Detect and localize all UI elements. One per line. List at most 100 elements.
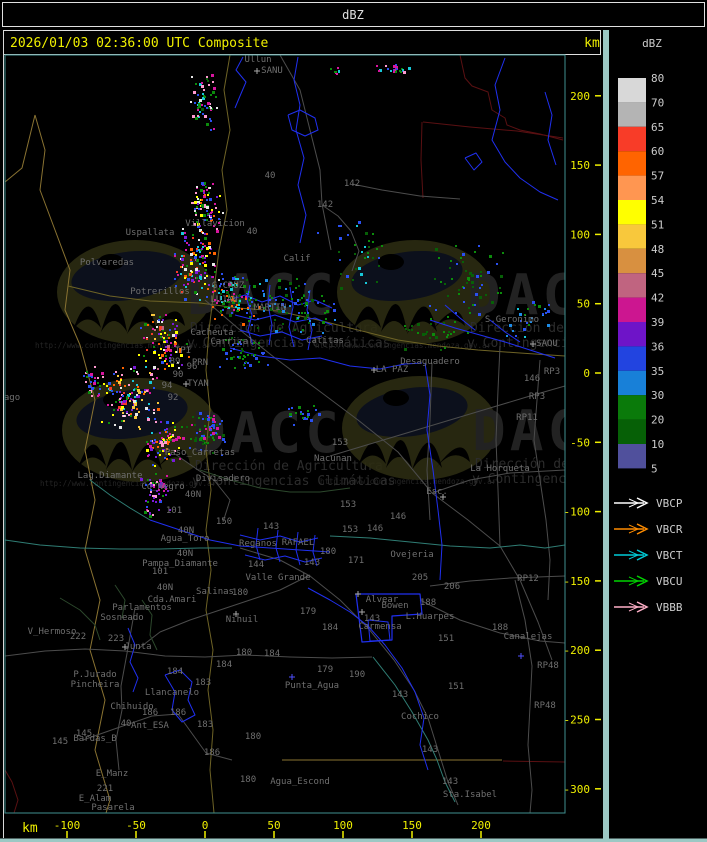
place-label: ago bbox=[4, 393, 20, 403]
place-label: 150 bbox=[216, 517, 232, 527]
place-label: 184 bbox=[216, 660, 232, 670]
right-axis-tick-label: 100 bbox=[570, 228, 590, 241]
place-label: 142 bbox=[317, 200, 333, 210]
place-label: 188 bbox=[420, 598, 436, 608]
place-label: 180 bbox=[245, 732, 261, 742]
place-label: 180 bbox=[232, 588, 248, 598]
place-label: 179 bbox=[317, 665, 333, 675]
place-label: 89 bbox=[170, 357, 181, 367]
scale-tick-label: 60 bbox=[651, 145, 664, 158]
place-label: 151 bbox=[438, 634, 454, 644]
place-label: Lag.Diamante bbox=[77, 471, 142, 481]
place-label: 190 bbox=[349, 670, 365, 680]
place-label: 153 bbox=[342, 525, 358, 535]
place-label: Bowen bbox=[381, 601, 408, 611]
place-label: Agua_Toro bbox=[161, 534, 210, 544]
scale-tick-label: 20 bbox=[651, 414, 664, 427]
timestamp-label: 2026/01/03 02:36:00 UTC Composite bbox=[10, 36, 268, 51]
scale-tick-label: 10 bbox=[651, 438, 664, 451]
place-label: 143 bbox=[442, 777, 458, 787]
place-label: LUJAN bbox=[210, 295, 237, 305]
place-label: 143 bbox=[263, 522, 279, 532]
page-title: dBZ bbox=[342, 8, 364, 22]
place-label: Ullun bbox=[244, 55, 271, 65]
place-label: Bardas_B bbox=[73, 734, 116, 744]
place-label: TPI bbox=[175, 346, 191, 356]
place-label: E_Manz bbox=[96, 769, 129, 779]
place-label: 184 bbox=[322, 623, 338, 633]
place-label: 221 bbox=[97, 784, 113, 794]
place-label: Sta.Isabel bbox=[443, 790, 497, 800]
place-label: Cda.Amari bbox=[148, 595, 197, 605]
scale-title: dBZ bbox=[642, 37, 662, 50]
scale-swatch bbox=[618, 346, 646, 371]
place-label: 143 bbox=[392, 690, 408, 700]
right-axis-tick-label: -200 bbox=[564, 644, 591, 657]
place-label: 40 bbox=[121, 719, 132, 729]
place-label: 40N bbox=[157, 583, 173, 593]
place-label: 206 bbox=[444, 582, 460, 592]
legend-item-label: VBCP bbox=[656, 497, 683, 510]
bottom-axis-unit: km bbox=[22, 821, 38, 836]
place-label: MARTIN bbox=[254, 303, 287, 313]
place-label: 179 bbox=[300, 607, 316, 617]
place-label: Potrerillos bbox=[130, 287, 190, 297]
scale-tick-label: 65 bbox=[651, 121, 664, 134]
scale-tick-label: 39 bbox=[651, 316, 664, 329]
place-label: 153 bbox=[340, 500, 356, 510]
place-label: Desaguadero bbox=[400, 357, 460, 367]
scale-tick-label: 45 bbox=[651, 267, 664, 280]
right-axis-tick-label: 150 bbox=[570, 159, 590, 172]
place-label: 183 bbox=[195, 678, 211, 688]
scale-tick-label: 48 bbox=[651, 243, 664, 256]
place-label: 146 bbox=[390, 512, 406, 522]
place-label: RP3 bbox=[529, 392, 545, 402]
place-label: 186 bbox=[142, 708, 158, 718]
place-label: Punta_Agua bbox=[285, 681, 339, 691]
place-label: 186 bbox=[170, 708, 186, 718]
place-label: Sosneado bbox=[100, 613, 143, 623]
place-label: 40N bbox=[177, 549, 193, 559]
place-label: 186 bbox=[204, 748, 220, 758]
place-label: 180 bbox=[236, 648, 252, 658]
scale-tick-label: 70 bbox=[651, 96, 664, 109]
scale-swatch bbox=[618, 126, 646, 152]
place-label: Villavicion bbox=[185, 219, 245, 229]
place-label: 40N bbox=[185, 490, 201, 500]
place-label: Esc. bbox=[426, 487, 448, 497]
place-label: 40 bbox=[247, 227, 258, 237]
place-label: 180 bbox=[320, 547, 336, 557]
place-label: 151 bbox=[448, 682, 464, 692]
scale-swatch bbox=[618, 395, 646, 420]
place-label: RAFAEL bbox=[282, 538, 315, 548]
place-label: Carmensa bbox=[358, 622, 401, 632]
radar-composite-viewer: dBZ 2026/01/03 02:36:00 UTC Composite km… bbox=[0, 0, 707, 842]
place-label: 142 bbox=[344, 179, 360, 189]
place-label: L.Huarpes bbox=[406, 612, 455, 622]
place-label: Uspallata bbox=[126, 228, 175, 238]
place-label: Calif bbox=[283, 254, 310, 264]
vertical-axis-unit: km bbox=[584, 36, 600, 51]
info-bar: 2026/01/03 02:36:00 UTC Composite km bbox=[3, 30, 601, 55]
scale-swatch bbox=[618, 273, 646, 298]
separator-strip bbox=[603, 30, 609, 842]
scale-swatch bbox=[618, 322, 646, 347]
place-label: 222 bbox=[70, 632, 86, 642]
place-label: Pasarela bbox=[91, 803, 134, 813]
place-label: Cochico bbox=[401, 712, 439, 722]
place-label: Reganos bbox=[239, 539, 277, 549]
scale-swatch bbox=[618, 419, 646, 444]
svg-text:Dirección de Agricultura: Dirección de Agricultura bbox=[195, 459, 383, 474]
place-label: 171 bbox=[348, 556, 364, 566]
scale-tick-label: 51 bbox=[651, 218, 664, 231]
bottom-axis-tick-label: 200 bbox=[471, 819, 491, 832]
right-axis-tick-label: -300 bbox=[564, 783, 591, 796]
right-axis-tick-label: 0 bbox=[583, 367, 590, 380]
place-label: LA PAZ bbox=[376, 365, 409, 375]
place-label: Paso_Carretas bbox=[165, 448, 235, 458]
scale-swatches bbox=[618, 78, 646, 469]
scale-swatch bbox=[618, 444, 646, 469]
place-label: 143 bbox=[304, 558, 320, 568]
place-label: RP48 bbox=[537, 661, 559, 671]
place-label: Canalejas bbox=[504, 632, 553, 642]
